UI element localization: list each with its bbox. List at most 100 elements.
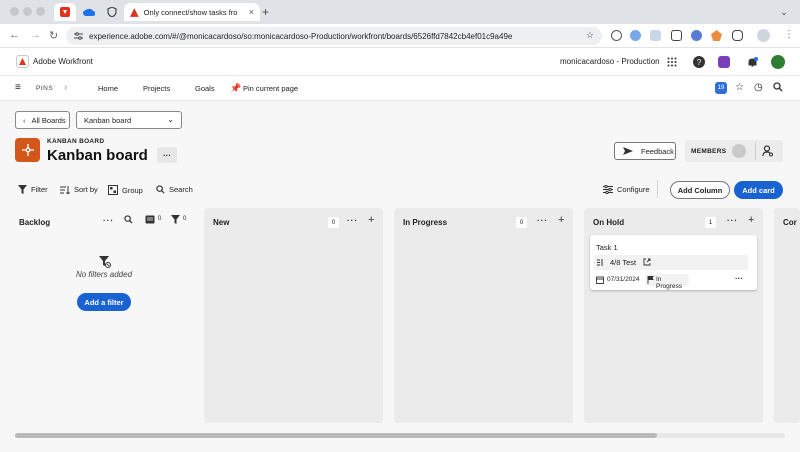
manage-members-icon[interactable] [762, 145, 774, 159]
instance-switcher[interactable]: monicacardoso - Production [560, 57, 660, 66]
board-horizontal-scrollbar[interactable] [15, 433, 785, 438]
column-more-icon[interactable]: ··· [347, 216, 358, 225]
recent-history-icon[interactable]: ◷ [754, 82, 763, 93]
column-title-in-progress: In Progress [403, 218, 448, 227]
card-status-label: In Progress [656, 276, 683, 290]
extension-card-icon[interactable] [650, 30, 661, 41]
all-boards-button[interactable]: ‹ All Boards [15, 111, 70, 129]
board-select[interactable]: Kanban board ⌄ [76, 111, 182, 129]
shield-tab-icon [107, 7, 117, 17]
nav-goals[interactable]: Goals [195, 84, 215, 93]
feedback-label: Feedback [641, 146, 674, 156]
pin-current-page-button[interactable]: Pin current page [243, 84, 298, 93]
notification-count-badge[interactable]: 19 [715, 82, 727, 94]
bookmark-star-icon[interactable]: ☆ [586, 30, 594, 41]
project-icon [597, 259, 603, 266]
back-arrow-icon[interactable]: ← [9, 29, 20, 41]
column-title-on-hold: On Hold [593, 218, 625, 227]
column-count: 1 [705, 217, 716, 228]
board-more-button[interactable]: ··· [157, 147, 177, 163]
window-minimize-control[interactable] [23, 7, 32, 16]
pinned-tab-cloud[interactable] [78, 3, 100, 21]
filter-icon [18, 185, 27, 194]
column-add-card-icon[interactable]: + [368, 214, 374, 226]
sliders-icon [603, 185, 613, 194]
external-link-icon[interactable] [643, 258, 651, 266]
search-button[interactable]: Search [156, 185, 193, 194]
adobe-tab-icon [130, 7, 139, 17]
flag-icon [647, 276, 654, 284]
group-button[interactable]: Group [108, 185, 143, 195]
profile-avatar-icon[interactable] [757, 29, 770, 42]
extension-blue-icon[interactable] [630, 30, 641, 41]
address-bar[interactable]: experience.adobe.com/#/@monicacardoso/so… [66, 27, 602, 45]
cloud-tab-icon [83, 8, 95, 16]
extension-settings-icon[interactable] [611, 30, 622, 41]
scrollbar-thumb[interactable] [15, 433, 657, 438]
main-menu-icon[interactable]: ≡ [15, 82, 21, 93]
notifications-bell-icon[interactable] [746, 56, 758, 68]
board-column: New 0 ··· + [204, 208, 383, 423]
pin-icon[interactable]: 📌 [230, 83, 241, 94]
extension-fox-icon[interactable] [711, 30, 722, 41]
members-divider [755, 142, 756, 160]
nav-home[interactable]: Home [98, 84, 118, 93]
pinned-tab-extension[interactable] [101, 3, 123, 21]
add-filter-button[interactable]: Add a filter [77, 293, 131, 311]
global-search-icon[interactable] [773, 82, 783, 94]
toolbar-divider [657, 180, 658, 198]
backlog-filter-icon[interactable] [171, 215, 180, 226]
column-more-icon[interactable]: ··· [727, 216, 738, 225]
active-tab[interactable]: Only connect/show tasks fro × [124, 3, 260, 21]
favorite-star-icon[interactable]: ☆ [735, 82, 744, 93]
add-column-button[interactable]: Add Column [670, 181, 730, 199]
search-label: Search [169, 185, 193, 194]
extension-globe-icon[interactable] [691, 30, 702, 41]
browser-menu-icon[interactable]: ⋮ [784, 29, 794, 40]
kanban-board-icon [15, 138, 40, 162]
app-name: Adobe Workfront [33, 57, 93, 66]
filter-label: Filter [31, 185, 48, 194]
column-more-icon[interactable]: ··· [537, 216, 548, 225]
extensions-puzzle-icon[interactable] [732, 30, 743, 41]
tab-close-icon[interactable]: × [249, 7, 254, 17]
help-icon[interactable]: ? [693, 56, 705, 68]
user-avatar[interactable] [771, 55, 785, 69]
window-close-control[interactable] [10, 7, 19, 16]
add-card-button[interactable]: Add card [734, 181, 783, 199]
pinned-tab-workfront[interactable] [54, 3, 76, 21]
task-card[interactable]: Task 1 4/8 Test 07/31/2024 In Progress ·… [590, 235, 757, 290]
configure-label: Configure [617, 185, 650, 194]
backlog-search-icon[interactable] [124, 215, 133, 226]
browser-toolbar: ← → ↻ experience.adobe.com/#/@monicacard… [0, 24, 800, 48]
member-avatar[interactable] [732, 144, 746, 158]
feedback-button[interactable]: Feedback [614, 142, 676, 160]
board-kicker: KANBAN BOARD [47, 138, 105, 145]
extension-copy-icon[interactable] [671, 30, 682, 41]
column-add-card-icon[interactable]: + [748, 214, 754, 226]
forward-arrow-icon[interactable]: → [30, 29, 41, 41]
sort-by-button[interactable]: Sort by [60, 185, 98, 194]
card-title[interactable]: Task 1 [596, 243, 618, 252]
backlog-more-icon[interactable]: ··· [103, 216, 114, 225]
chevron-down-icon: ⌄ [167, 115, 174, 124]
send-icon [623, 147, 633, 155]
chat-icon[interactable] [718, 56, 730, 68]
new-tab-button[interactable]: + [262, 5, 269, 19]
configure-button[interactable]: Configure [603, 185, 650, 194]
workfront-logo-icon[interactable] [16, 55, 29, 68]
card-more-icon[interactable]: ··· [735, 274, 743, 283]
window-zoom-control[interactable] [36, 7, 45, 16]
card-project-link[interactable]: 4/8 Test [610, 258, 636, 267]
no-filters-text: No filters added [75, 270, 133, 279]
card-status[interactable]: In Progress [645, 274, 689, 290]
column-add-card-icon[interactable]: + [558, 214, 564, 226]
reload-icon[interactable]: ↻ [49, 29, 58, 42]
site-settings-icon[interactable] [74, 32, 83, 40]
backlog-column: Backlog ··· 0 0 No filters added Add a f… [15, 208, 193, 423]
filter-button[interactable]: Filter [18, 185, 48, 194]
app-grid-icon[interactable] [666, 56, 678, 68]
backlog-display-icon[interactable] [145, 215, 155, 226]
browser-tab-search-icon[interactable]: ⌄ [776, 4, 792, 20]
nav-projects[interactable]: Projects [143, 84, 170, 93]
